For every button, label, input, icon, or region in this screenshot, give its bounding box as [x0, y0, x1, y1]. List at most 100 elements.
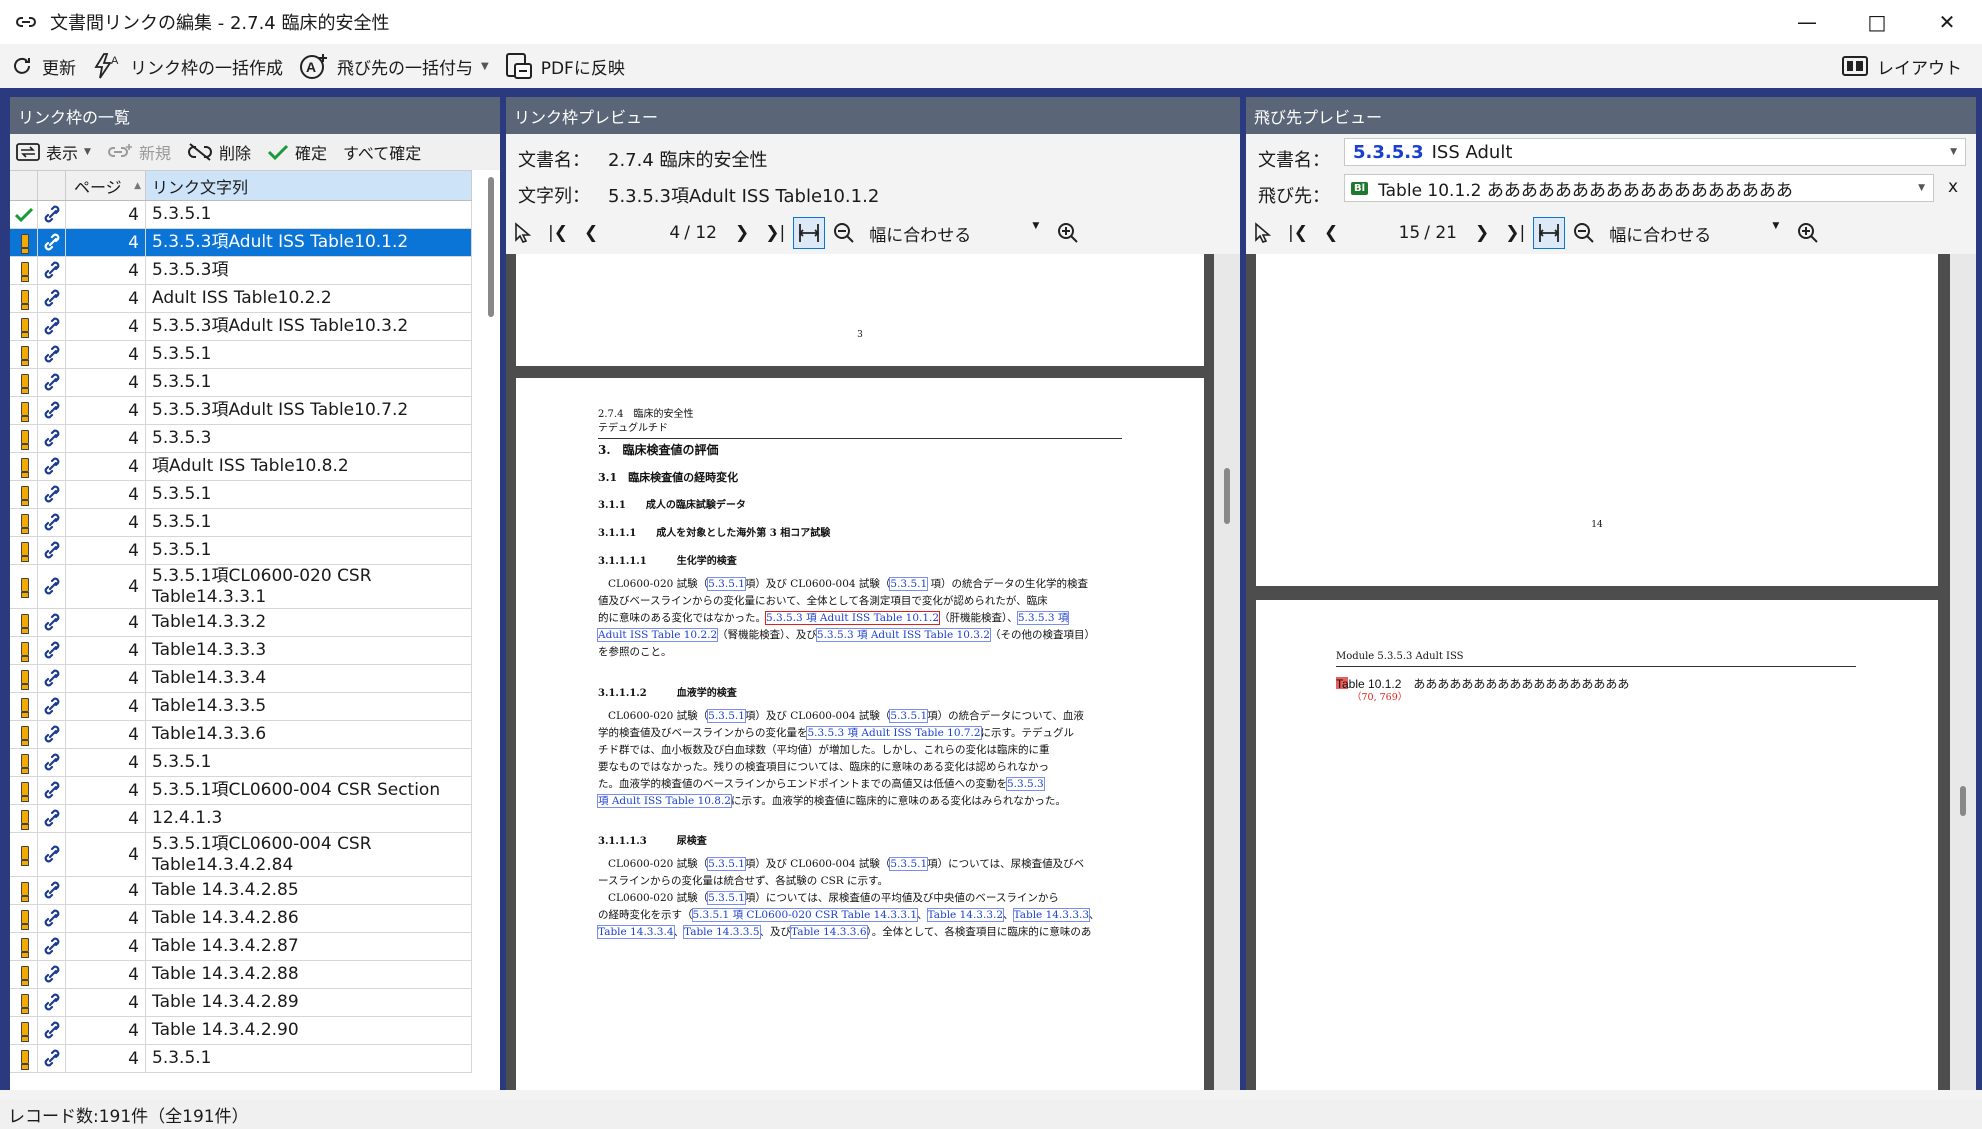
next-page-icon[interactable]: ❯: [735, 223, 749, 243]
link-frame[interactable]: 5.3.5.1 項 CL0600-020 CSR Table 14.3.3.1: [691, 908, 919, 922]
link-frame[interactable]: 5.3.5.1: [707, 709, 746, 723]
bulk-assign-button[interactable]: A 飛び先の一括付与 ▼: [299, 48, 489, 84]
table-row[interactable]: 4 Table14.3.3.6: [10, 721, 472, 749]
selected-link-frame[interactable]: 5.3.5.3 項 Adult ISS Table 10.1.2: [764, 611, 941, 625]
layout-button[interactable]: レイアウト: [1841, 48, 1962, 84]
dest-doc-select[interactable]: 5.3.5.3 ISS Adult ▼: [1344, 138, 1966, 166]
list-scrollbar[interactable]: [488, 177, 494, 317]
table-row[interactable]: 4 Table 14.3.4.2.89: [10, 989, 472, 1017]
table-row[interactable]: 4 5.3.5.3項: [10, 257, 472, 285]
close-button[interactable]: ✕: [1912, 0, 1982, 44]
table-row[interactable]: 4 12.4.1.3: [10, 805, 472, 833]
first-page-icon[interactable]: |❮: [1288, 223, 1308, 243]
link-frame[interactable]: Adult ISS Table 10.2.2: [596, 628, 719, 642]
prev-page-icon[interactable]: ❮: [1324, 223, 1338, 243]
table-row[interactable]: 4 5.3.5.1項CL0600-020 CSR Table14.3.3.1: [10, 565, 472, 609]
preview-scrollbar-thumb[interactable]: [1224, 468, 1230, 524]
table-row[interactable]: 4 Adult ISS Table10.2.2: [10, 285, 472, 313]
link-frame[interactable]: 項 Adult ISS Table 10.8.2: [597, 794, 732, 808]
page-number-input[interactable]: 4: [612, 223, 680, 243]
link-frame[interactable]: Table 14.3.3.4: [597, 925, 675, 939]
table-row[interactable]: 4 5.3.5.1項CL0600-004 CSR Table14.3.4.2.84: [10, 833, 472, 877]
table-row[interactable]: 4 5.3.5.1: [10, 1045, 472, 1073]
table-row[interactable]: 4 5.3.5.1: [10, 749, 472, 777]
apply-pdf-button[interactable]: PDFに反映: [505, 48, 625, 84]
page-cell: 4: [66, 749, 146, 776]
link-frame[interactable]: 5.3.5.3 項: [1016, 611, 1070, 625]
view-menu-button[interactable]: 表示 ▼: [16, 140, 91, 164]
confirm-all-button[interactable]: すべて確定: [343, 140, 421, 164]
zoom-select[interactable]: 幅に合わせる ▼: [1609, 221, 1779, 246]
table-row[interactable]: 4 5.3.5.1: [10, 481, 472, 509]
link-frame[interactable]: 5.3.5.3 項 Adult ISS Table 10.3.2: [815, 628, 991, 642]
table-row[interactable]: 4 5.3.5.1: [10, 201, 472, 229]
table-row[interactable]: 4 項Adult ISS Table10.8.2: [10, 453, 472, 481]
link-frame[interactable]: 5.3.5.3: [1005, 777, 1045, 791]
table-row[interactable]: 4 5.3.5.3: [10, 425, 472, 453]
confirm-button[interactable]: 確定: [267, 140, 327, 164]
refresh-button[interactable]: 更新: [10, 48, 76, 84]
maximize-button[interactable]: □: [1842, 0, 1912, 44]
dest-select[interactable]: Bl Table 10.1.2 ああああああああああああああああああ ▼: [1344, 174, 1934, 202]
table-row[interactable]: 4 5.3.5.1: [10, 341, 472, 369]
chain-link-icon: [44, 697, 59, 714]
table-row[interactable]: 4 Table14.3.3.4: [10, 665, 472, 693]
table-row[interactable]: 4 Table 14.3.4.2.88: [10, 961, 472, 989]
table-row[interactable]: 4 5.3.5.1項CL0600-004 CSR Section: [10, 777, 472, 805]
link-frame[interactable]: 5.3.5.1: [889, 709, 929, 723]
table-row[interactable]: 4 5.3.5.3項Adult ISS Table10.3.2: [10, 313, 472, 341]
fit-width-icon[interactable]: [793, 217, 826, 249]
warning-icon: [20, 1021, 29, 1042]
table-row[interactable]: 4 Table 14.3.4.2.85: [10, 877, 472, 905]
link-frame[interactable]: 5.3.5.1: [707, 577, 746, 591]
link-text-column-header[interactable]: リンク文字列: [146, 171, 472, 200]
page-column-header[interactable]: ページ ▲: [66, 171, 146, 200]
link-frame[interactable]: Table 14.3.3.5: [683, 925, 761, 939]
new-link-button[interactable]: 新規: [107, 140, 171, 164]
zoom-in-icon[interactable]: [1057, 222, 1079, 244]
status-cell: [10, 961, 38, 988]
table-row[interactable]: 4 Table14.3.3.3: [10, 637, 472, 665]
page-number-input[interactable]: 15: [1352, 223, 1421, 243]
pdf-page-prev: 14: [1256, 254, 1938, 586]
prev-page-icon[interactable]: ❮: [584, 223, 598, 243]
select-tool-icon[interactable]: [514, 222, 532, 244]
table-row[interactable]: 4 Table 14.3.4.2.86: [10, 905, 472, 933]
preview-scrollbar-thumb[interactable]: [1960, 786, 1966, 816]
last-page-icon[interactable]: ❯|: [1505, 223, 1525, 243]
table-row[interactable]: 4 Table 14.3.4.2.90: [10, 1017, 472, 1045]
link-frame[interactable]: 5.3.5.3 項 Adult ISS Table 10.7.2: [806, 726, 982, 740]
table-row[interactable]: 4 Table14.3.3.5: [10, 693, 472, 721]
delete-link-button[interactable]: 削除: [187, 140, 251, 164]
minimize-button[interactable]: —: [1772, 0, 1842, 44]
link-preview-viewer[interactable]: 3 2.7.4 臨床的安全性 テデュグルチド 3. 臨床検査値の評価 3.1 臨…: [506, 254, 1240, 1090]
link-frame[interactable]: Table 14.3.3.2: [926, 908, 1005, 922]
table-row[interactable]: 4 5.3.5.3項Adult ISS Table10.7.2: [10, 397, 472, 425]
first-page-icon[interactable]: |❮: [548, 223, 568, 243]
table-row[interactable]: 4 Table 14.3.4.2.87: [10, 933, 472, 961]
bulk-create-button[interactable]: A リンク枠の一括作成: [92, 48, 283, 84]
table-row[interactable]: 4 5.3.5.3項Adult ISS Table10.1.2: [10, 229, 472, 257]
link-frame[interactable]: Table 14.3.3.6: [790, 925, 868, 939]
zoom-select[interactable]: 幅に合わせる ▼: [869, 221, 1039, 246]
table-row[interactable]: 4 5.3.5.1: [10, 369, 472, 397]
table-row[interactable]: 4 5.3.5.1: [10, 537, 472, 565]
link-frame[interactable]: 5.3.5.1: [707, 891, 746, 905]
link-text-cell: Table 14.3.4.2.90: [146, 1017, 472, 1044]
link-frame[interactable]: 5.3.5.1: [889, 857, 929, 871]
fit-width-icon[interactable]: [1533, 217, 1566, 249]
link-frame[interactable]: 5.3.5.1: [707, 857, 746, 871]
status-cell: [10, 397, 38, 424]
last-page-icon[interactable]: ❯|: [765, 223, 785, 243]
zoom-out-icon[interactable]: [1573, 222, 1595, 244]
clear-dest-button[interactable]: x: [1948, 177, 1958, 197]
link-frame[interactable]: Table 14.3.3.3: [1012, 908, 1091, 922]
next-page-icon[interactable]: ❯: [1475, 223, 1489, 243]
destination-preview-viewer[interactable]: 14 Module 5.3.5.3 Adult ISS Table 10.1.2…: [1246, 254, 1976, 1090]
table-row[interactable]: 4 Table14.3.3.2: [10, 609, 472, 637]
link-frame[interactable]: 5.3.5.1: [889, 577, 929, 591]
zoom-out-icon[interactable]: [833, 222, 855, 244]
select-tool-icon[interactable]: [1254, 222, 1272, 244]
table-row[interactable]: 4 5.3.5.1: [10, 509, 472, 537]
zoom-in-icon[interactable]: [1797, 222, 1819, 244]
